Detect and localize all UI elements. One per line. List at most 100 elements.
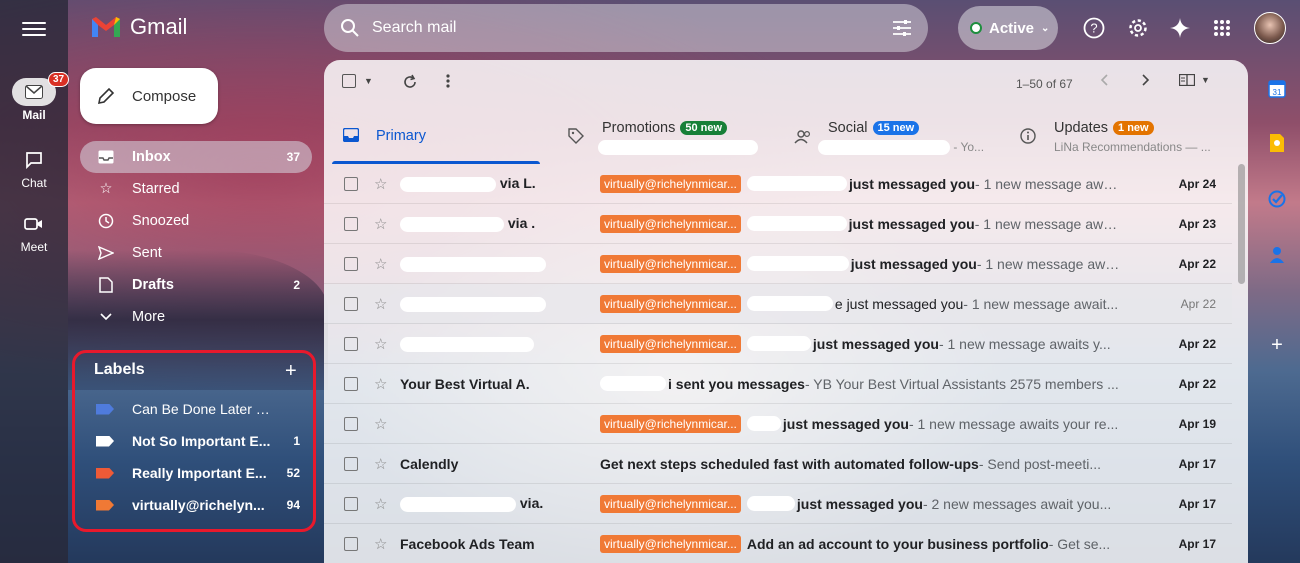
row-checkbox[interactable] [344, 536, 358, 551]
label-chip[interactable]: virtually@richelynmicar... [600, 294, 741, 313]
updates-snippet: LiNa Recommendations — ... [1054, 140, 1211, 154]
label-chip[interactable]: virtually@richelynmicar... [600, 534, 741, 553]
email-row[interactable]: ☆ virtually@richelynmicar... just messaged… [324, 404, 1232, 444]
tab-promotions[interactable]: Promotions 50 new [564, 112, 774, 164]
add-addon-icon[interactable]: + [1266, 334, 1288, 356]
row-checkbox[interactable] [344, 256, 358, 271]
label-chip[interactable]: virtually@richelynmicar... [600, 254, 741, 273]
refresh-icon[interactable] [402, 74, 418, 90]
email-subject: just messaged you [782, 415, 909, 432]
nav-drafts[interactable]: Drafts 2 [80, 269, 312, 301]
tab-primary[interactable]: Primary [324, 112, 540, 164]
rail-chat[interactable]: Chat [0, 146, 68, 190]
row-checkbox[interactable] [344, 336, 358, 351]
email-row[interactable]: ☆ Your Best Virtual A. i sent you messages… [324, 364, 1232, 404]
nav-drafts-label: Drafts [132, 277, 174, 293]
nav-sent[interactable]: Sent [80, 237, 312, 269]
status-label: Active [989, 19, 1035, 37]
row-checkbox[interactable] [344, 496, 358, 511]
star-icon[interactable]: ☆ [374, 215, 392, 233]
contacts-icon[interactable] [1266, 244, 1288, 266]
email-row[interactable]: ☆ Calendly Get next steps scheduled fast w… [324, 444, 1232, 484]
apps-grid-icon[interactable] [1208, 14, 1236, 42]
star-icon[interactable]: ☆ [374, 295, 392, 313]
gemini-sparkle-icon[interactable] [1166, 14, 1194, 42]
row-checkbox[interactable] [344, 296, 358, 311]
mail-list-panel: ▼ 1–50 of 67 ▼ Primary Promotions50 new [324, 60, 1248, 563]
tab-social[interactable]: Social 15 new - Yo... [790, 112, 1000, 164]
search-icon[interactable] [340, 18, 360, 38]
label-chip[interactable]: virtually@richelynmicar... [600, 174, 741, 193]
row-checkbox[interactable] [344, 216, 358, 231]
search-bar[interactable]: Search mail [324, 4, 928, 52]
gmail-logo[interactable]: Gmail [90, 14, 187, 40]
star-icon[interactable]: ☆ [374, 535, 392, 553]
star-icon[interactable]: ☆ [374, 375, 392, 393]
split-pane-toggle-icon[interactable]: ▼ [1179, 74, 1210, 86]
rail-meet[interactable]: Meet [0, 210, 68, 254]
next-page-icon[interactable] [1142, 74, 1150, 86]
more-vert-icon[interactable] [446, 74, 450, 88]
email-snippet: - 1 new message await... [963, 295, 1119, 312]
star-icon[interactable]: ☆ [374, 495, 392, 513]
tasks-icon[interactable] [1266, 188, 1288, 210]
email-subject: i sent you messages [668, 375, 805, 392]
star-icon[interactable]: ☆ [374, 255, 392, 273]
nav-snoozed-label: Snoozed [132, 213, 190, 229]
label-chip[interactable]: virtually@richelynmicar... [600, 494, 741, 513]
redacted-text [746, 216, 847, 231]
label-chip[interactable]: virtually@richelynmicar... [600, 414, 741, 433]
email-row[interactable]: ☆ virtually@richelynmicar... just message… [324, 324, 1232, 364]
redacted-text [746, 176, 847, 191]
email-row[interactable]: ☆ via . virtually@richelynmicar... just me… [324, 204, 1232, 244]
nav-inbox[interactable]: Inbox 37 [80, 141, 312, 173]
label-chip[interactable]: virtually@richelynmicar... [600, 334, 741, 353]
select-all-checkbox[interactable]: ▼ [342, 74, 373, 88]
star-icon[interactable]: ☆ [374, 455, 392, 473]
search-input[interactable]: Search mail [372, 19, 892, 37]
row-checkbox[interactable] [344, 416, 358, 431]
info-icon [1020, 128, 1036, 144]
email-row[interactable]: ☆ Facebook Ads Team virtually@richelynmica… [324, 524, 1232, 563]
email-row[interactable]: ☆ via. virtually@richelynmicar... just mes… [324, 484, 1232, 524]
email-row[interactable]: ☆ virtually@richelynmicar... e just messa… [324, 284, 1232, 324]
help-icon[interactable]: ? [1080, 14, 1108, 42]
status-dropdown[interactable]: Active ⌄ [958, 6, 1058, 50]
redacted-text [400, 296, 546, 312]
sender-name: Calendly [400, 455, 459, 472]
caret-down-icon[interactable]: ▼ [364, 76, 373, 86]
nav-starred[interactable]: ☆ Starred [80, 173, 312, 205]
email-snippet: - 2 new messages await you... [922, 495, 1112, 512]
row-checkbox[interactable] [344, 176, 358, 191]
star-icon[interactable]: ☆ [374, 175, 392, 193]
account-avatar[interactable] [1254, 12, 1286, 44]
rail-mail[interactable]: 37 Mail [0, 72, 70, 122]
label-chip[interactable]: virtually@richelynmicar... [600, 214, 741, 233]
email-subject: Get next steps scheduled fast with autom… [600, 455, 979, 472]
main-menu-icon[interactable] [22, 18, 46, 38]
tab-updates[interactable]: Updates 1 new LiNa Recommendations — ... [1016, 112, 1236, 164]
email-row[interactable]: ☆ via L. virtually@richelynmicar... just m… [324, 164, 1232, 204]
star-icon[interactable]: ☆ [374, 415, 392, 433]
row-checkbox[interactable] [344, 456, 358, 471]
sender-name: via. [400, 495, 590, 512]
email-snippet: - 1 new message awaits yo... [974, 215, 1120, 232]
social-snippet: - Yo... [953, 140, 985, 154]
calendar-icon[interactable]: 31 [1266, 78, 1288, 100]
compose-button[interactable]: Compose [80, 68, 218, 124]
email-row[interactable]: ☆ virtually@richelynmicar... just message… [324, 244, 1232, 284]
search-options-icon[interactable] [892, 19, 912, 37]
row-checkbox[interactable] [344, 376, 358, 391]
prev-page-icon[interactable] [1100, 74, 1108, 86]
nav-more[interactable]: More [80, 301, 312, 333]
mail-unread-badge: 37 [48, 72, 70, 87]
star-icon[interactable]: ☆ [374, 335, 392, 353]
list-toolbar: ▼ 1–50 of 67 ▼ [324, 60, 1248, 108]
nav-snoozed[interactable]: Snoozed [80, 205, 312, 237]
settings-gear-icon[interactable] [1124, 14, 1152, 42]
redacted-text [746, 296, 833, 311]
keep-icon[interactable] [1266, 132, 1288, 154]
redacted-text [400, 336, 534, 352]
scrollbar[interactable] [1238, 164, 1245, 284]
email-date: Apr 22 [1180, 296, 1216, 311]
